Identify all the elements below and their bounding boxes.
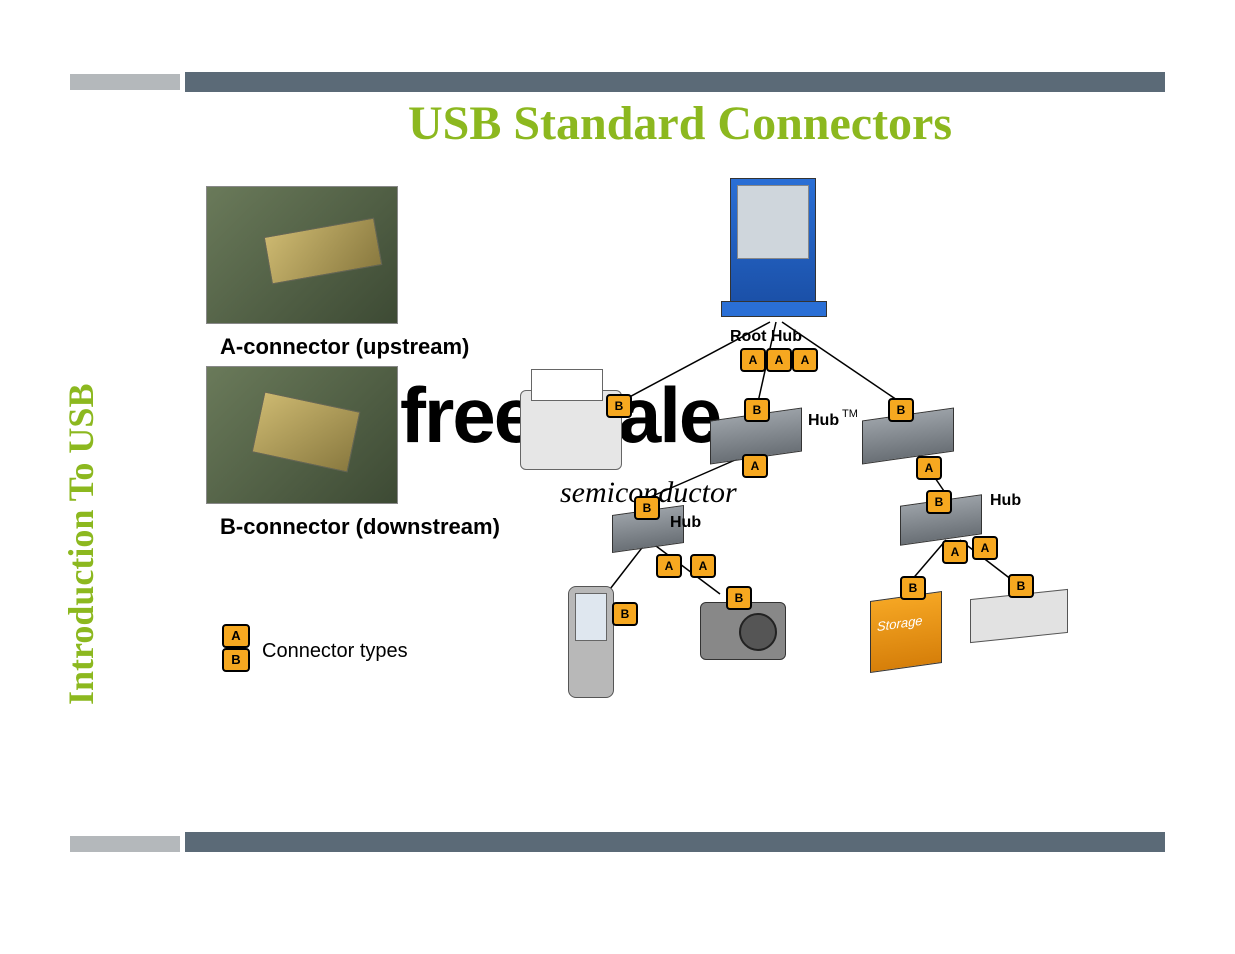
label-hub: Hub [808, 412, 839, 430]
port-badge-a: A [916, 456, 942, 480]
port-badge-b: B [634, 496, 660, 520]
label-hub: Hub [670, 514, 701, 532]
port-badge-a: A [972, 536, 998, 560]
port-badge-b: B [888, 398, 914, 422]
label-root-hub: Root Hub [730, 328, 802, 346]
photo-b-connector [206, 366, 398, 504]
label-a-connector: A-connector (upstream) [220, 334, 469, 360]
root-hub-pc-icon [730, 178, 816, 308]
port-badge-b: B [1008, 574, 1034, 598]
slide: USB Standard Connectors Introduction To … [0, 0, 1235, 954]
storage-icon: Storage [870, 591, 942, 673]
photo-a-connector [206, 186, 398, 324]
port-badge-b: B [606, 394, 632, 418]
port-badge-a: A [656, 554, 682, 578]
port-badge-a: A [742, 454, 768, 478]
port-badge-b: B [744, 398, 770, 422]
label-b-connector: B-connector (downstream) [220, 514, 500, 540]
port-badge-a: A [792, 348, 818, 372]
port-badge-a: A [766, 348, 792, 372]
legend-badge-a: A [222, 624, 250, 648]
trademark: TM [842, 408, 858, 420]
decoration-bar [70, 74, 180, 90]
port-badge-a: A [740, 348, 766, 372]
side-title: Introduction To USB [60, 384, 102, 705]
port-badge-a: A [690, 554, 716, 578]
port-badge-a: A [942, 540, 968, 564]
decoration-bar [70, 836, 180, 852]
phone-icon [568, 586, 614, 698]
port-badge-b: B [612, 602, 638, 626]
camera-icon [700, 602, 786, 660]
label-hub: Hub [990, 492, 1021, 510]
page-title: USB Standard Connectors [300, 96, 1060, 151]
decoration-bar [185, 832, 1165, 852]
label-connector-types: Connector types [262, 640, 408, 663]
port-badge-b: B [726, 586, 752, 610]
port-badge-b: B [926, 490, 952, 514]
port-badge-b: B [900, 576, 926, 600]
legend-badge-b: B [222, 648, 250, 672]
storage-label: Storage [877, 613, 923, 634]
decoration-bar [185, 72, 1165, 92]
